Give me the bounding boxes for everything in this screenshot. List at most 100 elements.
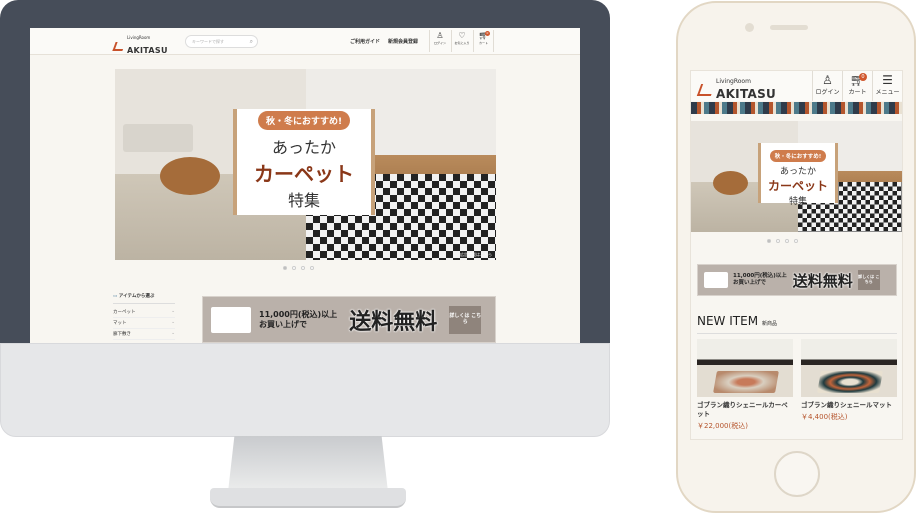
hero-banner[interactable]: 秋・冬におすすめ! あったか カーペット 特集 bbox=[691, 121, 902, 232]
search-placeholder: キーワードで探す bbox=[192, 39, 224, 44]
logo-small: LivingRoom bbox=[127, 35, 151, 40]
camera-icon bbox=[745, 23, 754, 32]
dot-4[interactable] bbox=[310, 266, 314, 270]
sidebar-item-label: カーペット bbox=[113, 310, 136, 315]
truck-icon bbox=[704, 272, 728, 288]
sofa-shape bbox=[123, 124, 193, 152]
desktop-site: LivingRoom AKITASU キーワードで探す ⌕ ご利用ガイド 新規会員登… bbox=[30, 28, 580, 343]
imac-base bbox=[210, 488, 406, 508]
heart-icon: ♡ bbox=[458, 31, 466, 40]
product-name[interactable]: ゴブラン織りシェニールカーペット bbox=[697, 401, 793, 419]
mobile-site: LivingRoom AKITASU ♙ ログイン 🛒︎ カート 0 ☰ メニュー 秋・冬… bbox=[690, 70, 903, 440]
cart-button[interactable]: 🛒︎ カート 0 bbox=[842, 71, 872, 101]
user-icon: ♙ bbox=[436, 31, 444, 40]
sidebar-item-label: 廊下敷き bbox=[113, 332, 131, 337]
hero-line2: カーペット bbox=[254, 162, 354, 186]
hero-line2: カーペット bbox=[767, 179, 828, 193]
item-sidebar: ▭ アイテムから選ぶ カーペット ⌄ マット ⌄ 廊下敷き ⌄ bbox=[113, 293, 175, 340]
login-button[interactable]: ♙ ログイン bbox=[812, 71, 842, 101]
hero-line3: 特集 bbox=[788, 197, 807, 207]
login-label: ログイン bbox=[815, 89, 840, 96]
cart-badge: 0 bbox=[859, 73, 867, 81]
new-item-heading: NEW ITEM 新商品 bbox=[697, 314, 777, 328]
table-shape bbox=[713, 171, 748, 195]
logo-small: LivingRoom bbox=[716, 78, 751, 85]
search-icon[interactable]: ⌕ bbox=[250, 38, 253, 46]
shipping-condition: 11,000円(税込)以上 bbox=[733, 273, 787, 280]
menu-button[interactable]: ☰ メニュー bbox=[872, 71, 902, 101]
hero-caption: 広告掲載はこちら bbox=[460, 252, 492, 257]
truck-icon bbox=[211, 306, 251, 333]
login-label: ログイン bbox=[433, 41, 446, 45]
logo-mark-icon bbox=[112, 41, 126, 51]
user-icon: ♙ bbox=[822, 73, 833, 87]
shipping-details-button[interactable]: 詳しくは こちら bbox=[857, 270, 880, 290]
logo[interactable]: LivingRoom AKITASU bbox=[112, 35, 168, 56]
product-name[interactable]: ゴブラン織りシェニールマット bbox=[801, 401, 897, 410]
menu-label: メニュー bbox=[875, 89, 900, 96]
dot-3[interactable] bbox=[301, 266, 305, 270]
shipping-condition-2: お買い上げで bbox=[733, 280, 767, 286]
hero-banner[interactable]: 秋・冬におすすめ! あったか カーペット 特集 広告掲載はこちら bbox=[115, 69, 496, 260]
search-input[interactable]: キーワードで探す ⌕ bbox=[185, 35, 258, 48]
sidebar-title: アイテムから選ぶ bbox=[118, 294, 155, 299]
hero-line1: あったか bbox=[779, 167, 816, 177]
logo[interactable]: LivingRoom AKITASU bbox=[696, 78, 777, 101]
imac-chin bbox=[0, 343, 610, 437]
menu-icon: ☰ bbox=[882, 73, 893, 87]
register-link[interactable]: 新規会員登録 bbox=[388, 38, 418, 45]
cart-label: カート bbox=[848, 89, 867, 96]
home-button[interactable] bbox=[774, 451, 820, 497]
hero-pill: 秋・冬におすすめ! bbox=[769, 150, 827, 162]
dot-3[interactable] bbox=[785, 239, 789, 243]
dot-2[interactable] bbox=[776, 239, 780, 243]
free-shipping-text: 送料無料 bbox=[349, 309, 438, 335]
monitor-icon: ▭ bbox=[113, 294, 118, 299]
hero-line3: 特集 bbox=[287, 191, 320, 210]
shipping-condition-2: お買い上げで bbox=[259, 319, 307, 329]
guide-link[interactable]: ご利用ガイド bbox=[350, 38, 380, 45]
shipping-details-button[interactable]: 詳しくは こちら bbox=[449, 305, 482, 334]
speaker-grille bbox=[770, 25, 808, 30]
hero-card: 秋・冬におすすめ! あったか カーペット 特集 bbox=[233, 109, 375, 215]
favorites-button[interactable]: ♡ お気に入り bbox=[451, 30, 472, 52]
sidebar-item-label: マット bbox=[113, 321, 127, 326]
chevron-down-icon: ⌄ bbox=[171, 320, 175, 325]
sidebar-item-carpet[interactable]: カーペット ⌄ bbox=[113, 307, 175, 318]
cart-button[interactable]: 🛒︎ カート 0 bbox=[473, 30, 494, 52]
shipping-condition: 11,000円(税込)以上 bbox=[259, 309, 338, 319]
favorites-label: お気に入り bbox=[454, 41, 470, 45]
login-button[interactable]: ♙ ログイン bbox=[429, 30, 450, 52]
product-price: ￥22,000(税込) bbox=[697, 421, 748, 430]
hero-pagination[interactable] bbox=[767, 239, 798, 243]
hero-pagination[interactable] bbox=[283, 266, 314, 270]
logo-name: AKITASU bbox=[127, 46, 168, 55]
dot-4[interactable] bbox=[794, 239, 798, 243]
rug-image bbox=[713, 371, 779, 393]
dot-2[interactable] bbox=[292, 266, 296, 270]
rug-image bbox=[817, 371, 883, 393]
logo-name: AKITASU bbox=[716, 87, 777, 101]
chevron-down-icon: ⌄ bbox=[171, 331, 175, 336]
product-image bbox=[697, 339, 793, 397]
product-image bbox=[801, 339, 897, 397]
hero-card: 秋・冬におすすめ! あったか カーペット 特集 bbox=[758, 143, 838, 207]
chevron-down-icon: ⌄ bbox=[171, 309, 175, 314]
dot-1[interactable] bbox=[767, 239, 771, 243]
mobile-header: LivingRoom AKITASU ♙ ログイン 🛒︎ カート 0 ☰ メニュー bbox=[691, 71, 902, 101]
desktop-header: LivingRoom AKITASU キーワードで探す ⌕ ご利用ガイド 新規会員登… bbox=[30, 28, 580, 55]
table-shape bbox=[160, 157, 220, 195]
logo-mark-icon bbox=[696, 84, 716, 96]
divider bbox=[697, 333, 897, 334]
product-card[interactable]: ゴブラン織りシェニールマット ￥4,400(税込) bbox=[801, 339, 897, 422]
dot-1[interactable] bbox=[283, 266, 287, 270]
hero-line1: あったか bbox=[271, 138, 336, 157]
imac-stand bbox=[228, 436, 388, 492]
free-shipping-text: 送料無料 bbox=[792, 271, 853, 290]
sidebar-item-hallway[interactable]: 廊下敷き ⌄ bbox=[113, 329, 175, 340]
new-item-title: NEW ITEM bbox=[697, 314, 759, 328]
free-shipping-banner[interactable]: 11,000円(税込)以上 お買い上げで 送料無料 詳しくは こちら bbox=[202, 296, 496, 343]
product-card[interactable]: ゴブラン織りシェニールカーペット ￥22,000(税込) bbox=[697, 339, 793, 431]
free-shipping-banner[interactable]: 11,000円(税込)以上 お買い上げで 送料無料 詳しくは こちら bbox=[697, 264, 897, 296]
sidebar-item-mat[interactable]: マット ⌄ bbox=[113, 318, 175, 329]
